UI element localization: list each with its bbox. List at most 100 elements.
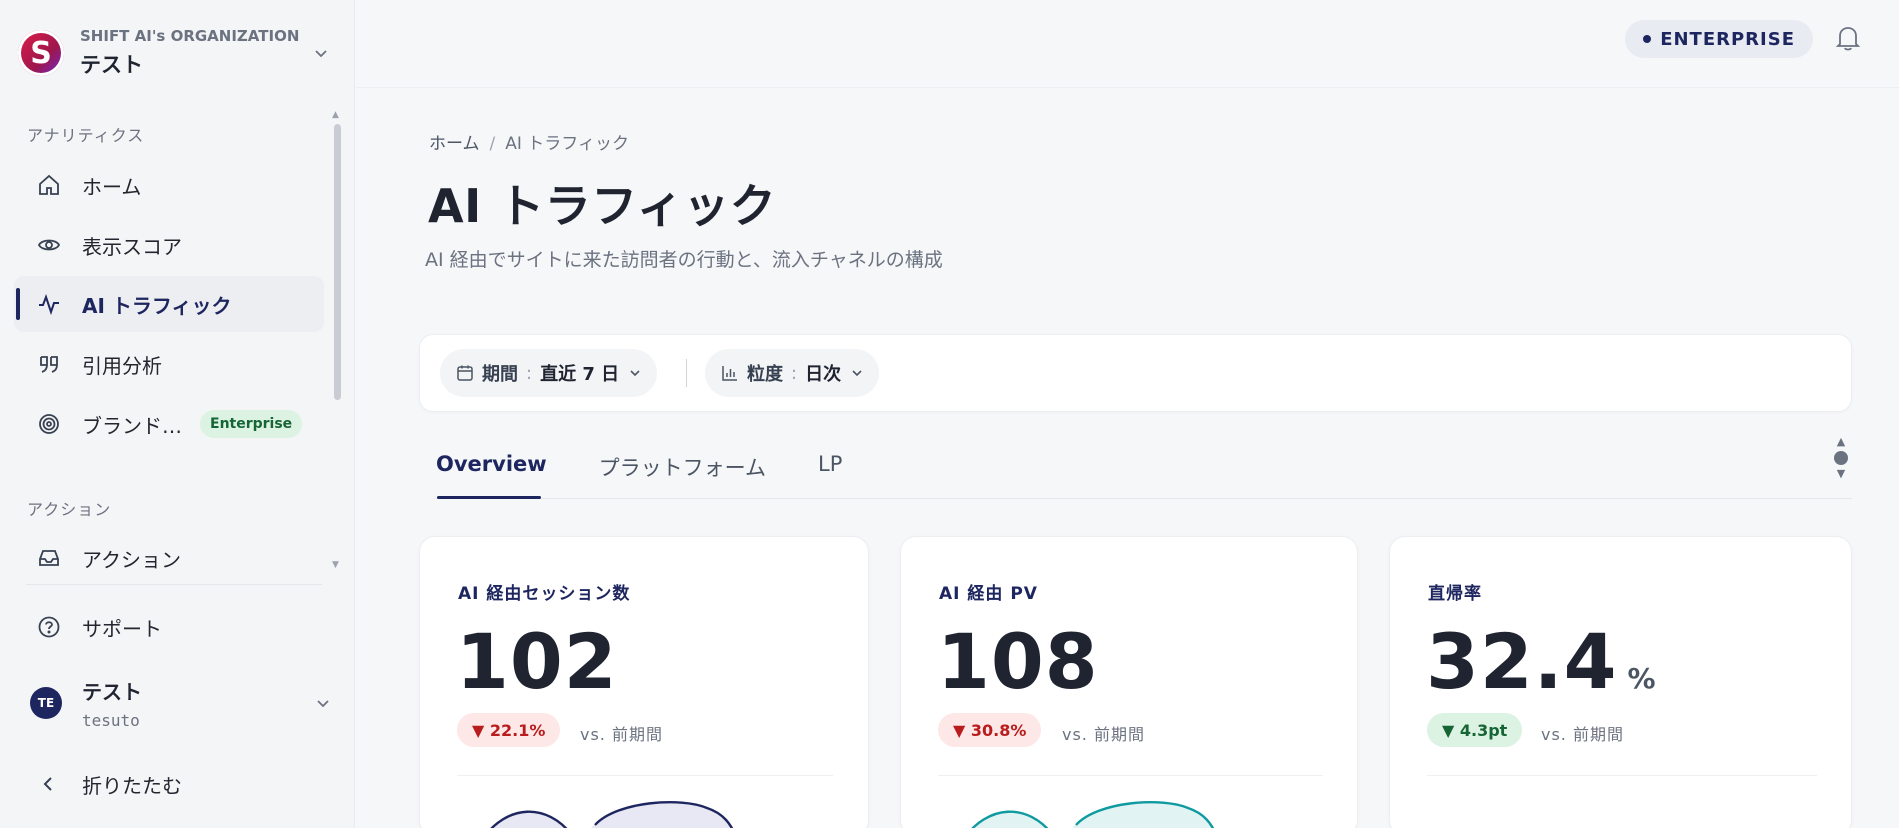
delta-badge: ▼ 4.3pt xyxy=(1427,713,1523,747)
inbox-icon xyxy=(32,546,66,570)
help-circle-icon xyxy=(32,615,66,639)
card-divider xyxy=(457,775,833,776)
breadcrumb-separator: / xyxy=(489,134,496,154)
filter-separator xyxy=(686,359,687,387)
sidebar: S SHIFT AI's ORGANIZATION テスト アナリティクス ホー… xyxy=(0,0,355,828)
plan-badge: ENTERPRISE xyxy=(1625,20,1813,58)
active-indicator xyxy=(16,288,20,320)
sidebar-item-label: 表示スコア xyxy=(82,234,182,259)
kpi-card-bounce-rate: 直帰率 32.4% ▼ 4.3pt vs. 前期間 xyxy=(1389,536,1852,828)
breadcrumb-home[interactable]: ホーム xyxy=(429,134,480,154)
tab-bar: Overview プラットフォーム LP xyxy=(436,440,894,498)
card-divider xyxy=(1427,775,1817,776)
org-logo: S xyxy=(18,30,64,76)
scroll-down-icon[interactable]: ▼ xyxy=(332,560,339,570)
home-icon xyxy=(32,173,66,197)
kpi-card-sessions: AI 経由セッション数 102 ▼ 22.1% vs. 前期間 xyxy=(419,536,869,828)
enterprise-badge: Enterprise xyxy=(200,410,303,438)
card-value: 108 xyxy=(937,617,1099,706)
tab-platform[interactable]: プラットフォーム xyxy=(599,440,766,498)
period-key: 期間 xyxy=(482,364,518,385)
quote-icon xyxy=(32,352,66,376)
kpi-card-pageviews: AI 経由 PV 108 ▼ 30.8% vs. 前期間 xyxy=(900,536,1358,828)
sidebar-item-ai-traffic[interactable]: AI トラフィック xyxy=(14,276,324,332)
breadcrumb-current: AI トラフィック xyxy=(505,134,629,154)
granularity-key: 粒度 xyxy=(747,364,783,385)
tab-overview[interactable]: Overview xyxy=(436,440,547,498)
filter-bar: 期間 : 直近 7 日 粒度 : 日次 xyxy=(419,334,1852,412)
card-value: 102 xyxy=(456,617,618,706)
org-label: SHIFT AI's ORGANIZATION xyxy=(80,27,300,45)
user-menu[interactable]: TE テスト tesuto xyxy=(30,672,330,734)
period-filter[interactable]: 期間 : 直近 7 日 xyxy=(440,349,658,397)
sparkline xyxy=(490,800,734,828)
sidebar-item-label: アクション xyxy=(82,547,181,572)
calendar-icon xyxy=(457,365,473,381)
tab-lp[interactable]: LP xyxy=(818,440,842,498)
eye-icon xyxy=(32,233,66,257)
activity-icon xyxy=(32,292,66,316)
chevron-down-icon xyxy=(630,370,640,377)
sidebar-item-home[interactable]: ホーム xyxy=(14,157,324,213)
granularity-colon: : xyxy=(791,362,798,384)
chevron-left-icon xyxy=(32,774,66,794)
active-tab-indicator xyxy=(437,496,541,499)
bell-icon[interactable] xyxy=(1835,24,1861,52)
chevron-down-icon xyxy=(852,370,862,377)
org-switcher[interactable]: S SHIFT AI's ORGANIZATION テスト xyxy=(18,27,328,78)
tabs-divider xyxy=(436,498,1852,499)
sidebar-item-label: 引用分析 xyxy=(82,353,162,378)
sidebar-item-label: ブランド… xyxy=(82,413,182,438)
bar-chart-icon xyxy=(722,366,737,381)
card-title: 直帰率 xyxy=(1428,584,1482,604)
period-colon: : xyxy=(526,362,533,384)
scroll-down-icon[interactable]: ▼ xyxy=(1837,468,1845,480)
collapse-label: 折りたたむ xyxy=(82,773,182,798)
sidebar-item-label: ホーム xyxy=(82,174,142,199)
top-bar: ENTERPRISE xyxy=(356,0,1899,88)
breadcrumb: ホーム / AI トラフィック xyxy=(429,129,629,154)
sidebar-item-label: AI トラフィック xyxy=(82,293,232,318)
sidebar-item-citation-analysis[interactable]: 引用分析 xyxy=(14,336,324,392)
card-title: AI 経由 PV xyxy=(939,584,1038,604)
period-value: 直近 7 日 xyxy=(540,364,620,385)
target-icon xyxy=(32,412,66,436)
scroll-up-icon[interactable]: ▲ xyxy=(332,110,339,120)
plan-dot xyxy=(1643,35,1652,43)
card-unit: % xyxy=(1627,662,1657,695)
sidebar-divider xyxy=(26,584,322,585)
user-name: テスト xyxy=(82,680,142,704)
card-value-number: 32.4 xyxy=(1426,617,1618,706)
delta-badge: ▼ 22.1% xyxy=(457,713,561,747)
sidebar-item-actions[interactable]: アクション xyxy=(14,530,324,586)
chevron-down-icon xyxy=(317,700,329,708)
section-label-actions: アクション xyxy=(27,500,112,519)
granularity-value: 日次 xyxy=(805,364,842,385)
plan-label: ENTERPRISE xyxy=(1660,28,1795,50)
sidebar-item-label: サポート xyxy=(82,616,162,641)
granularity-filter[interactable]: 粒度 : 日次 xyxy=(705,349,880,397)
scroll-dot-icon xyxy=(1834,451,1848,465)
card-title: AI 経由セッション数 xyxy=(458,584,631,604)
card-divider xyxy=(938,775,1323,776)
sidebar-item-visibility-score[interactable]: 表示スコア xyxy=(14,217,324,273)
collapse-sidebar-button[interactable]: 折りたたむ xyxy=(14,756,324,812)
page-description: AI 経由でサイトに来た訪問者の行動と、流入チャネルの構成 xyxy=(425,249,943,271)
card-value: 32.4% xyxy=(1426,617,1657,706)
chevron-down-icon xyxy=(315,50,327,58)
comparison-label: vs. 前期間 xyxy=(1062,725,1145,744)
section-label-analytics: アナリティクス xyxy=(27,126,145,145)
scroll-up-icon[interactable]: ▲ xyxy=(1837,436,1845,448)
scrollbar-thumb[interactable] xyxy=(334,124,341,400)
sparkline xyxy=(971,800,1215,828)
avatar: TE xyxy=(30,687,62,719)
tab-scroller[interactable]: ▲ ▼ xyxy=(1834,436,1848,480)
org-name: テスト xyxy=(80,53,143,77)
sidebar-item-brand[interactable]: ブランド… Enterprise xyxy=(14,396,324,452)
sidebar-item-support[interactable]: サポート xyxy=(14,599,324,655)
delta-badge: ▼ 30.8% xyxy=(938,713,1042,747)
comparison-label: vs. 前期間 xyxy=(580,725,663,744)
user-id: tesuto xyxy=(82,711,140,730)
page-title: AI トラフィック xyxy=(428,179,777,233)
comparison-label: vs. 前期間 xyxy=(1541,725,1624,744)
